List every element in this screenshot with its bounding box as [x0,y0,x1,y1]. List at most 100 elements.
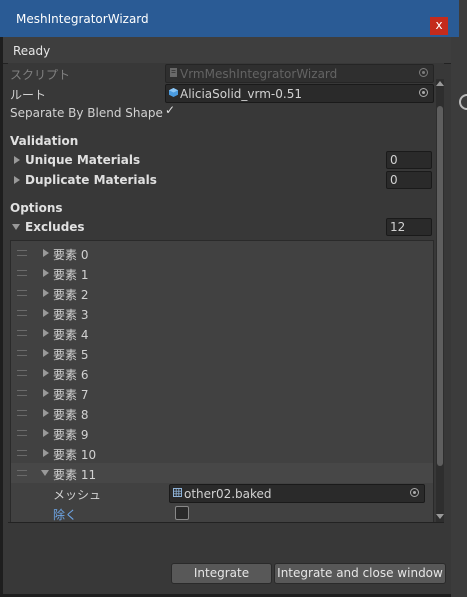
list-item-label: 要素 3 [53,308,89,322]
wizard-window: Ready スクリプト VrmMeshIntegratorWizard ルート … [3,37,451,594]
drag-handle-icon[interactable] [17,310,27,316]
script-file-icon [170,68,177,77]
expand-arrow-icon[interactable] [43,269,49,277]
list-item[interactable]: 要素 3 [11,303,433,323]
list-item[interactable]: 要素 0 [11,243,433,263]
excludes-size-field[interactable]: 12 [386,218,432,236]
mesh-field[interactable]: other02.baked [169,484,425,503]
drag-handle-icon[interactable] [17,250,27,256]
list-item[interactable]: 要素 10 [11,443,433,463]
drag-handle-icon[interactable] [17,330,27,336]
options-header-row: Options [8,198,440,218]
mesh-field-row: メッシュ other02.baked [11,483,433,503]
integrate-close-button[interactable]: Integrate and close window [274,563,446,584]
list-item-label: 要素 0 [53,248,89,262]
unique-materials-row[interactable]: Unique Materials 0 [8,150,440,170]
exclude-toggle-row: 除く [11,503,433,522]
close-icon: x [435,18,443,32]
expand-arrow-icon[interactable] [43,409,49,417]
expand-arrow-icon[interactable] [43,249,49,257]
root-value: AliciaSolid_vrm-0.51 [180,87,302,101]
prefab-cube-icon [169,88,178,97]
list-item-label: 要素 8 [53,408,89,422]
list-item[interactable]: 要素 7 [11,383,433,403]
drag-handle-icon[interactable] [17,270,27,276]
script-field-row: スクリプト VrmMeshIntegratorWizard [8,63,440,83]
drag-handle-icon[interactable] [17,430,27,436]
expand-arrow-icon[interactable] [43,449,49,457]
unique-materials-label: Unique Materials [25,153,141,167]
background-editor-strip [451,0,467,597]
validation-header-row: Validation [8,131,440,151]
scroll-down-icon[interactable] [436,514,444,519]
expand-arrow-icon[interactable] [14,156,20,164]
object-picker-icon [419,68,428,77]
scrollbar-thumb[interactable] [437,106,443,466]
collapse-arrow-icon[interactable] [41,470,49,476]
drag-handle-icon[interactable] [17,450,27,456]
drag-handle-icon[interactable] [17,470,27,476]
close-button[interactable]: x [430,17,448,35]
expand-arrow-icon[interactable] [43,369,49,377]
drag-handle-icon[interactable] [17,290,27,296]
list-item-label: 要素 4 [53,328,89,342]
list-item[interactable]: 要素 2 [11,283,433,303]
list-item-expanded[interactable]: 要素 11 [11,463,433,483]
list-item-label: 要素 6 [53,368,89,382]
object-picker-icon[interactable] [419,88,428,97]
expand-arrow-icon[interactable] [43,289,49,297]
list-item[interactable]: 要素 9 [11,423,433,443]
list-item[interactable]: 要素 4 [11,323,433,343]
status-bar: Ready [3,37,451,64]
object-picker-icon[interactable] [410,488,419,497]
expand-arrow-icon[interactable] [43,349,49,357]
expand-arrow-icon[interactable] [43,389,49,397]
list-item-label: 要素 10 [53,448,97,462]
drag-handle-icon[interactable] [17,410,27,416]
list-item[interactable]: 要素 1 [11,263,433,283]
collapse-arrow-icon[interactable] [12,224,20,230]
root-label: ルート [10,88,47,102]
list-item-label: 要素 5 [53,348,89,362]
options-header: Options [10,201,63,215]
script-label: スクリプト [10,68,71,82]
drag-handle-icon[interactable] [17,370,27,376]
mesh-label: メッシュ [53,488,102,502]
list-item-label: 要素 11 [53,468,97,482]
root-field[interactable]: AliciaSolid_vrm-0.51 [165,84,434,103]
vertical-scrollbar[interactable] [436,79,444,522]
inspector-panel: スクリプト VrmMeshIntegratorWizard ルート Alicia… [8,63,444,523]
expand-arrow-icon[interactable] [14,176,20,184]
excludes-size-value: 12 [390,220,406,234]
expand-arrow-icon[interactable] [43,309,49,317]
unique-materials-count[interactable]: 0 [386,151,432,169]
validation-header: Validation [10,134,79,148]
list-item[interactable]: 要素 6 [11,363,433,383]
duplicate-materials-value: 0 [390,173,398,187]
drag-handle-icon[interactable] [17,350,27,356]
separate-blend-shape-label: Separate By Blend Shape [10,106,163,120]
integrate-button[interactable]: Integrate [171,563,272,584]
scroll-up-icon[interactable] [436,81,444,86]
expand-arrow-icon[interactable] [43,429,49,437]
exclude-label: 除く [53,508,78,522]
excludes-list: 要素 0 要素 1 要素 2 要素 3 要素 4 要素 5 要素 6 要素 7 … [10,240,434,522]
drag-handle-icon[interactable] [17,390,27,396]
separate-blend-shape-checkbox[interactable]: ✓ [165,104,178,117]
window-title: MeshIntegratorWizard [16,12,149,26]
duplicate-materials-row[interactable]: Duplicate Materials 0 [8,170,440,190]
mesh-value: other02.baked [184,487,272,501]
list-item-label: 要素 1 [53,268,89,282]
status-text: Ready [13,44,51,58]
excludes-label: Excludes [25,220,85,234]
exclude-checkbox[interactable] [175,506,189,520]
expand-arrow-icon[interactable] [43,329,49,337]
duplicate-materials-count[interactable]: 0 [386,171,432,189]
list-item[interactable]: 要素 5 [11,343,433,363]
title-bar: MeshIntegratorWizard x [0,0,459,37]
list-item[interactable]: 要素 8 [11,403,433,423]
excludes-row[interactable]: Excludes 12 [8,217,440,237]
mesh-grid-icon [173,488,182,497]
list-item-label: 要素 2 [53,288,89,302]
separate-blend-shape-row: Separate By Blend Shape ✓ [8,103,440,123]
